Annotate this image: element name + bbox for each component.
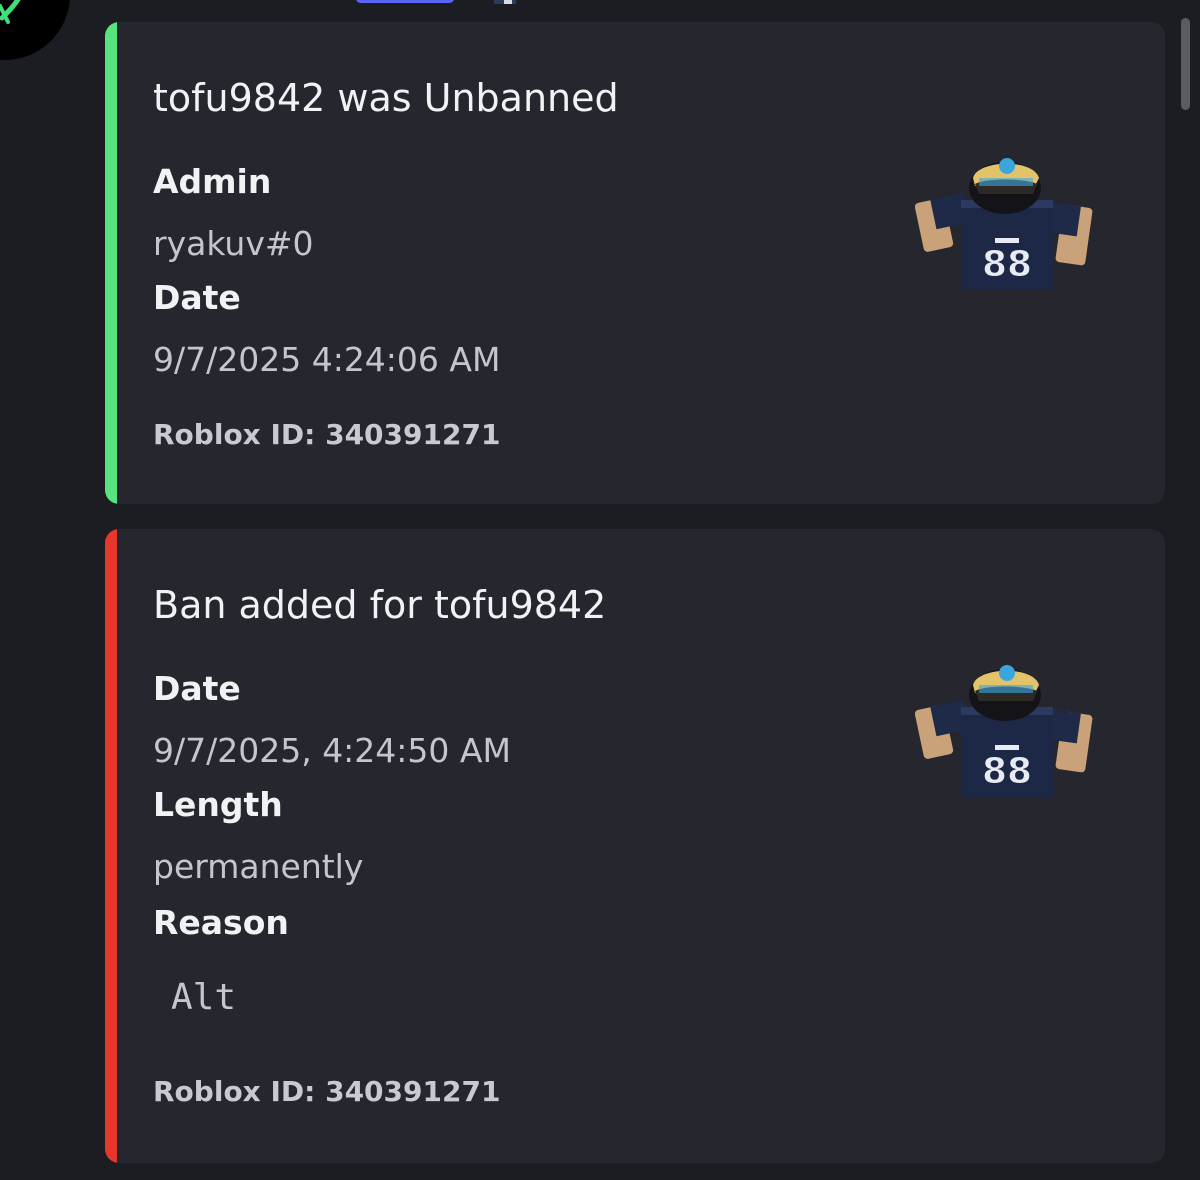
embed-footer: Roblox ID: 340391271 xyxy=(153,418,501,451)
previous-message-tag xyxy=(356,0,454,3)
field-name-reason: Reason xyxy=(153,903,289,942)
unban-embed: tofu9842 was Unbanned Admin ryakuv#0 Dat… xyxy=(105,22,1165,504)
field-name-length: Length xyxy=(153,785,283,824)
field-value-length: permanently xyxy=(153,847,364,886)
svg-text:88: 88 xyxy=(982,751,1032,792)
embed-accent-bar xyxy=(105,22,117,504)
scrollbar-thumb[interactable] xyxy=(1181,18,1190,110)
embed-accent-bar xyxy=(105,529,117,1163)
embed-title: Ban added for tofu9842 xyxy=(153,583,607,627)
bot-avatar[interactable] xyxy=(0,0,70,60)
field-value-admin: ryakuv#0 xyxy=(153,224,314,263)
svg-text:88: 88 xyxy=(982,244,1032,285)
field-name-date: Date xyxy=(153,278,241,317)
roblox-avatar-thumbnail[interactable]: 88 xyxy=(915,156,1093,296)
field-value-reason: Alt xyxy=(171,977,237,1018)
previous-message-icon xyxy=(494,0,516,4)
field-value-date: 9/7/2025, 4:24:50 AM xyxy=(153,731,511,770)
field-name-date: Date xyxy=(153,669,241,708)
roblox-avatar-thumbnail[interactable]: 88 xyxy=(915,663,1093,803)
field-name-admin: Admin xyxy=(153,162,272,201)
embed-title: tofu9842 was Unbanned xyxy=(153,76,619,120)
ban-embed: Ban added for tofu9842 Date 9/7/2025, 4:… xyxy=(105,529,1165,1163)
chat-view: tofu9842 was Unbanned Admin ryakuv#0 Dat… xyxy=(0,0,1200,1180)
leaf-icon xyxy=(0,0,21,24)
embed-footer: Roblox ID: 340391271 xyxy=(153,1075,501,1108)
field-value-date: 9/7/2025 4:24:06 AM xyxy=(153,340,501,379)
